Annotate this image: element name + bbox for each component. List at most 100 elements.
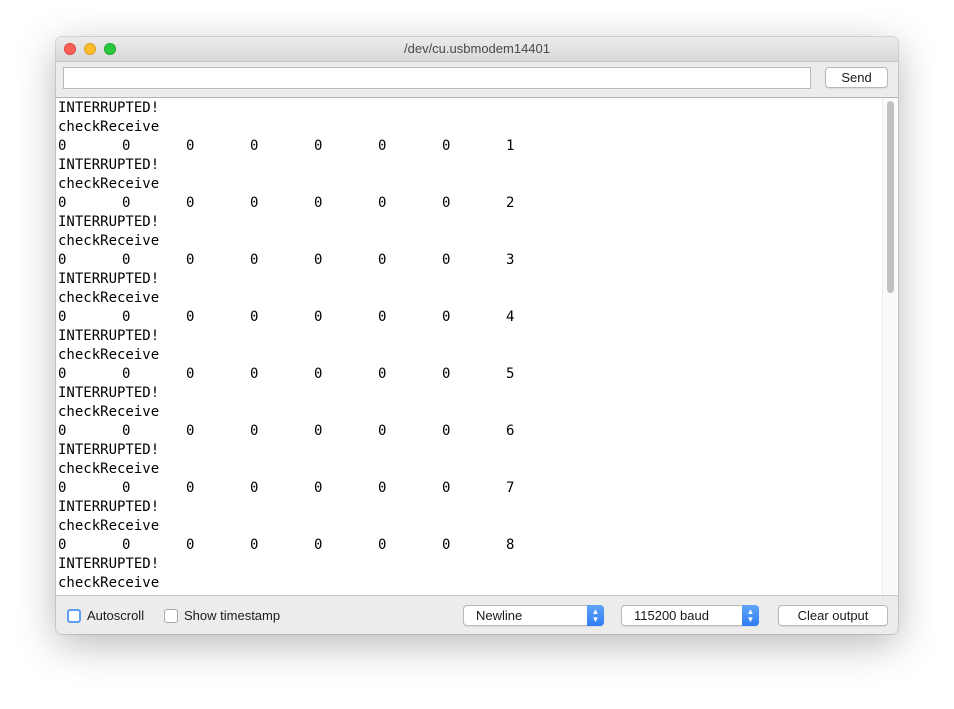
output-data-row: 0 0 0 0 0 0 0 7: [58, 479, 570, 498]
output-value: 0: [122, 138, 131, 154]
output-line: checkReceive: [58, 347, 160, 363]
output-value: 0: [314, 195, 323, 211]
output-value: 0: [122, 252, 131, 268]
output-value: 0: [58, 537, 67, 553]
output-value: 0: [250, 138, 259, 154]
output-data-row: 0 0 0 0 0 0 0 2: [58, 194, 570, 213]
output-value: 4: [506, 309, 515, 325]
output-value: 0: [250, 309, 259, 325]
chevron-up-down-icon: ▲ ▼: [742, 605, 759, 626]
window-title: /dev/cu.usbmodem14401: [404, 41, 550, 56]
output-value: 0: [186, 366, 195, 382]
baud-rate-value: 115200 baud: [634, 608, 709, 623]
output-value: 0: [250, 423, 259, 439]
baud-rate-select[interactable]: 115200 baud ▲ ▼: [621, 605, 759, 626]
output-value: 3: [506, 252, 515, 268]
output-value: 0: [378, 195, 387, 211]
autoscroll-checkbox[interactable]: [67, 609, 81, 623]
title-bar: /dev/cu.usbmodem14401: [56, 37, 898, 62]
output-value: 2: [506, 195, 515, 211]
output-data-row: 0 0 0 0 0 0 0 1: [58, 137, 570, 156]
output-value: 0: [186, 138, 195, 154]
output-data-row: 0 0 0 0 0 0 0 4: [58, 308, 570, 327]
output-value: 0: [250, 252, 259, 268]
send-button[interactable]: Send: [825, 67, 888, 88]
output-value: 0: [442, 366, 451, 382]
serial-monitor-window: /dev/cu.usbmodem14401 Send INTERRUPTED! c…: [56, 37, 898, 634]
output-line: checkReceive: [58, 290, 160, 306]
output-value: 0: [378, 252, 387, 268]
output-value: 0: [314, 138, 323, 154]
output-line: INTERRUPTED!: [58, 214, 160, 230]
output-value: 0: [122, 537, 131, 553]
output-value: 0: [122, 480, 131, 496]
send-input[interactable]: [63, 67, 811, 89]
serial-output-area[interactable]: INTERRUPTED! checkReceive 0 0 0 0 0 0 0 1 INTERRUP…: [56, 97, 898, 596]
output-line: INTERRUPTED!: [58, 100, 160, 116]
output-value: 0: [378, 366, 387, 382]
output-value: 0: [58, 423, 67, 439]
line-ending-value: Newline: [476, 608, 523, 623]
output-value: 0: [442, 423, 451, 439]
output-value: 0: [58, 195, 67, 211]
output-value: 0: [58, 309, 67, 325]
output-line: INTERRUPTED!: [58, 499, 160, 515]
output-value: 0: [250, 366, 259, 382]
output-value: 0: [378, 138, 387, 154]
output-value: 0: [186, 309, 195, 325]
output-value: 8: [506, 537, 515, 553]
output-line: INTERRUPTED!: [58, 328, 160, 344]
output-value: 0: [378, 537, 387, 553]
output-value: 0: [58, 252, 67, 268]
output-value: 0: [122, 195, 131, 211]
output-value: 0: [186, 537, 195, 553]
output-value: 0: [442, 537, 451, 553]
output-value: 0: [58, 138, 67, 154]
output-data-row: 0 0 0 0 0 0 0 6: [58, 422, 570, 441]
output-data-row: 0 0 0 0 0 0 0 8: [58, 536, 570, 555]
output-lines: INTERRUPTED! checkReceive 0 0 0 0 0 0 0 1 INTERRUP…: [58, 99, 570, 593]
output-line: INTERRUPTED!: [58, 271, 160, 287]
output-value: 0: [314, 423, 323, 439]
clear-output-button[interactable]: Clear output: [778, 605, 888, 626]
output-value: 6: [506, 423, 515, 439]
output-line: INTERRUPTED!: [58, 556, 160, 572]
output-value: 0: [186, 423, 195, 439]
bottom-bar: Autoscroll Show timestamp Newline ▲ ▼ 115…: [56, 596, 898, 634]
output-value: 0: [186, 252, 195, 268]
output-line: checkReceive: [58, 518, 160, 534]
output-value: 0: [250, 480, 259, 496]
show-timestamp-checkbox[interactable]: [164, 609, 178, 623]
output-value: 0: [58, 480, 67, 496]
scrollbar-thumb[interactable]: [887, 101, 894, 293]
output-line: checkReceive: [58, 233, 160, 249]
output-value: 0: [314, 480, 323, 496]
output-value: 0: [58, 366, 67, 382]
output-value: 0: [378, 423, 387, 439]
output-data-row: 0 0 0 0 0 0 0 5: [58, 365, 570, 384]
output-value: 0: [314, 309, 323, 325]
output-value: 0: [378, 480, 387, 496]
output-value: 0: [122, 423, 131, 439]
output-value: 0: [378, 309, 387, 325]
chevron-up-down-icon: ▲ ▼: [587, 605, 604, 626]
show-timestamp-label[interactable]: Show timestamp: [184, 608, 280, 623]
output-value: 0: [314, 252, 323, 268]
output-value: 0: [442, 195, 451, 211]
output-value: 0: [442, 138, 451, 154]
send-toolbar: Send: [56, 62, 898, 97]
output-line: INTERRUPTED!: [58, 442, 160, 458]
output-line: checkReceive: [58, 575, 160, 591]
vertical-scrollbar[interactable]: [882, 98, 898, 595]
output-line: checkReceive: [58, 461, 160, 477]
output-value: 0: [122, 309, 131, 325]
output-line: checkReceive: [58, 404, 160, 420]
output-value: 0: [442, 480, 451, 496]
output-line: checkReceive: [58, 119, 160, 135]
line-ending-select[interactable]: Newline ▲ ▼: [463, 605, 604, 626]
output-value: 0: [122, 366, 131, 382]
output-value: 0: [314, 537, 323, 553]
output-line: INTERRUPTED!: [58, 385, 160, 401]
output-value: 0: [250, 537, 259, 553]
autoscroll-label[interactable]: Autoscroll: [87, 608, 144, 623]
